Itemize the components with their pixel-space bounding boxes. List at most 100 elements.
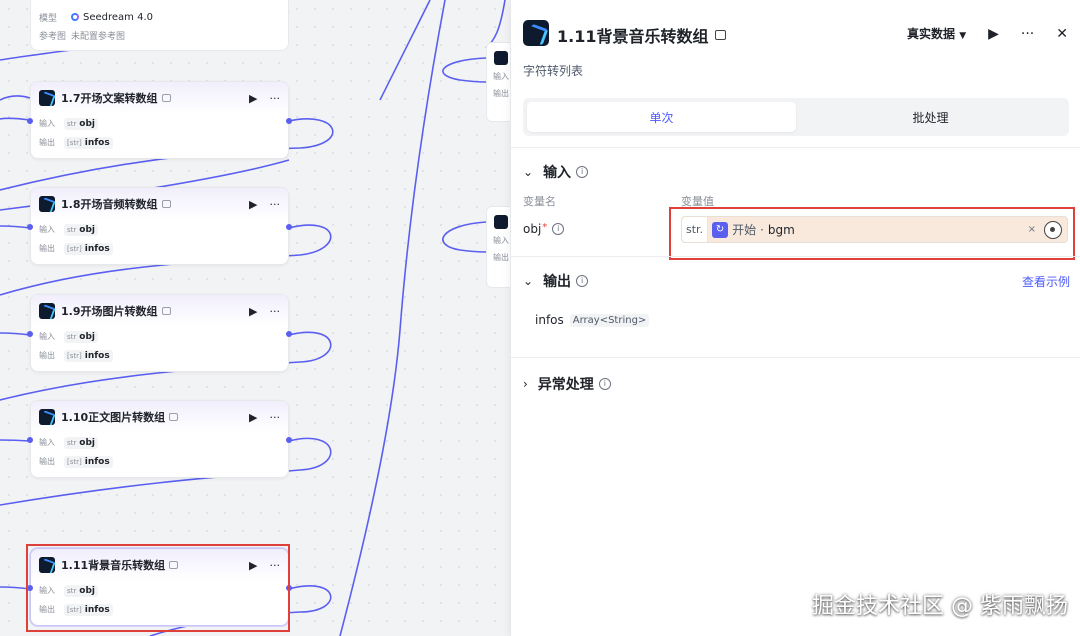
input-section-header[interactable]: ⌄ 输入 i bbox=[523, 162, 589, 182]
param-name: infos bbox=[84, 456, 110, 467]
node-input-row: 输入 str obj bbox=[31, 114, 288, 133]
run-button[interactable]: ▶ bbox=[249, 411, 257, 424]
type-label: [str] bbox=[67, 138, 82, 147]
output-label: 输出 bbox=[39, 138, 55, 147]
data-mode-label: 真实数据 bbox=[907, 27, 956, 41]
divider bbox=[511, 147, 1080, 148]
node-logo-icon bbox=[523, 20, 549, 46]
more-button[interactable]: ··· bbox=[270, 411, 281, 424]
more-button[interactable]: ··· bbox=[270, 305, 281, 318]
output-section-header[interactable]: ⌄ 输出 i bbox=[523, 271, 589, 291]
node-card[interactable]: 1.10正文图片转数组 ▶ ··· 输入 str obj 输出 [str] info… bbox=[30, 400, 289, 478]
param-name: infos bbox=[84, 350, 110, 361]
output-port[interactable] bbox=[286, 331, 292, 337]
node-output-row: 输出 [str] infos bbox=[31, 452, 288, 471]
output-field: infos Array<String> bbox=[535, 313, 650, 327]
node-header: 1.7开场文案转数组 ▶ ··· bbox=[31, 82, 288, 114]
node-card[interactable]: 1.9开场图片转数组 ▶ ··· 输入 str obj 输出 [str] infos bbox=[30, 294, 289, 372]
input-chip: str obj bbox=[64, 117, 98, 130]
output-port[interactable] bbox=[286, 437, 292, 443]
run-button[interactable]: ▶ bbox=[249, 305, 257, 318]
more-button[interactable]: ··· bbox=[270, 92, 281, 105]
more-icon[interactable]: ··· bbox=[1021, 26, 1034, 42]
model-row: 模型 Seedream 4.0 bbox=[31, 8, 288, 26]
input-chip: str obj bbox=[64, 223, 98, 236]
chevron-down-icon: ⌄ bbox=[523, 165, 534, 179]
node-logo-icon bbox=[494, 51, 508, 65]
reference-label: 参考图 bbox=[39, 31, 67, 42]
image-generation-node[interactable]: 模型 Seedream 4.0 参考图 未配置参考图 bbox=[30, 0, 289, 51]
input-port[interactable] bbox=[27, 224, 33, 230]
panel-title[interactable]: 1.11背景音乐转数组 bbox=[557, 23, 708, 47]
close-icon[interactable]: ✕ bbox=[1056, 26, 1068, 42]
node-tag-icon bbox=[161, 200, 171, 208]
input-field-name: obj * i bbox=[523, 222, 565, 236]
run-icon[interactable]: ▶ bbox=[988, 26, 999, 42]
info-icon[interactable]: i bbox=[576, 166, 589, 178]
output-label: 输出 bbox=[39, 244, 55, 253]
input-port[interactable] bbox=[27, 118, 33, 124]
node-header: 1.8开场音频转数组 ▶ ··· bbox=[31, 188, 288, 220]
more-button[interactable]: ··· bbox=[270, 198, 281, 211]
node-card[interactable]: 1.7开场文案转数组 ▶ ··· 输入 str obj 输出 [str] infos bbox=[30, 81, 289, 159]
output-section-title: 输出 bbox=[543, 274, 572, 290]
input-label: 输入 bbox=[39, 225, 55, 234]
highlight-box bbox=[26, 544, 290, 632]
node-logo-icon bbox=[39, 90, 55, 106]
node-tag-icon bbox=[161, 307, 171, 315]
error-handling-header[interactable]: › 异常处理 i bbox=[523, 374, 611, 394]
tab-single[interactable]: 单次 bbox=[527, 102, 796, 132]
node-logo-icon bbox=[39, 409, 55, 425]
type-label: str bbox=[67, 225, 77, 234]
input-port[interactable] bbox=[27, 437, 33, 443]
model-name: Seedream 4.0 bbox=[83, 11, 153, 23]
info-icon[interactable]: i bbox=[576, 275, 589, 287]
output-port[interactable] bbox=[286, 224, 292, 230]
param-name: obj bbox=[79, 224, 95, 235]
model-value: Seedream 4.0 bbox=[71, 12, 153, 23]
divider bbox=[511, 357, 1080, 358]
type-label: [str] bbox=[67, 457, 82, 466]
type-label: [str] bbox=[67, 351, 82, 360]
info-icon[interactable]: i bbox=[552, 223, 565, 235]
output-field-name: infos bbox=[535, 313, 564, 327]
data-mode-dropdown[interactable]: 真实数据 ▼ bbox=[907, 25, 966, 42]
tab-batch[interactable]: 批处理 bbox=[796, 102, 1065, 132]
panel-description[interactable]: 字符转列表 bbox=[523, 62, 583, 79]
output-port[interactable] bbox=[286, 118, 292, 124]
chevron-down-icon: ⌄ bbox=[523, 274, 534, 288]
node-tag-icon bbox=[715, 30, 727, 40]
input-port[interactable] bbox=[27, 331, 33, 337]
param-name: obj bbox=[79, 118, 95, 129]
node-input-row: 输入 str obj bbox=[31, 433, 288, 452]
reference-row: 参考图 未配置参考图 bbox=[31, 26, 288, 44]
type-label: [str] bbox=[67, 244, 82, 253]
view-example-link[interactable]: 查看示例 bbox=[1022, 273, 1070, 290]
caret-down-icon: ▼ bbox=[959, 31, 967, 41]
info-icon[interactable]: i bbox=[598, 378, 611, 390]
node-input-row: 输入 str obj bbox=[31, 327, 288, 346]
node-logo-icon bbox=[39, 196, 55, 212]
node-input-row: 输入 str obj bbox=[31, 220, 288, 239]
param-name: infos bbox=[84, 243, 110, 254]
node-tag-icon bbox=[169, 413, 179, 421]
run-button[interactable]: ▶ bbox=[249, 92, 257, 105]
highlight-box bbox=[669, 207, 1075, 260]
type-label: str bbox=[67, 119, 77, 128]
panel-header: 1.11背景音乐转数组 真实数据 ▼ ▶ ··· ✕ bbox=[511, 0, 1080, 60]
input-section-title: 输入 bbox=[543, 165, 572, 181]
type-label: str bbox=[67, 332, 77, 341]
run-button[interactable]: ▶ bbox=[249, 198, 257, 211]
reference-value: 未配置参考图 bbox=[71, 31, 126, 42]
node-title: 1.7开场文案转数组 bbox=[61, 92, 158, 105]
node-output-row: 输出 [str] infos bbox=[31, 239, 288, 258]
divider bbox=[511, 256, 1080, 257]
node-card[interactable]: 1.8开场音频转数组 ▶ ··· 输入 str obj 输出 [str] infos bbox=[30, 187, 289, 265]
field-name-text: obj bbox=[523, 222, 542, 236]
input-chip: str obj bbox=[64, 436, 98, 449]
node-title: 1.8开场音频转数组 bbox=[61, 198, 158, 211]
node-output-row: 输出 [str] infos bbox=[31, 346, 288, 365]
output-chip: [str] infos bbox=[64, 136, 113, 149]
param-name: obj bbox=[79, 331, 95, 342]
node-output-row: 输出 [str] infos bbox=[31, 133, 288, 152]
